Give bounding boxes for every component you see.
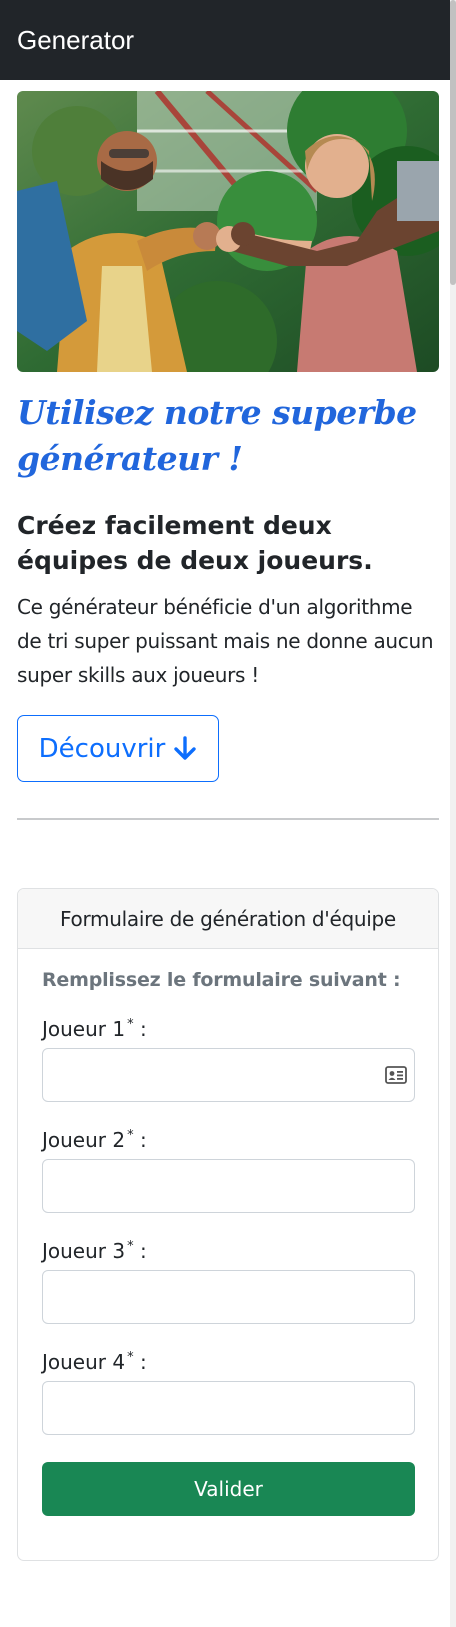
discover-button[interactable]: Découvrir [17, 715, 219, 782]
player-2-input[interactable] [42, 1159, 415, 1213]
navbar-brand[interactable]: Generator [17, 27, 134, 53]
player-2-label-text: Joueur 2 [42, 1128, 126, 1152]
navbar: Generator [0, 0, 456, 80]
contact-card-icon[interactable] [385, 1065, 407, 1085]
player-3-label-text: Joueur 3 [42, 1239, 126, 1263]
section-divider [17, 818, 439, 820]
hero-lead: Ce générateur bénéficie d'un algorithme … [17, 595, 434, 687]
page-scrollbar[interactable] [450, 0, 456, 1627]
arrow-down-icon [173, 735, 197, 762]
hero-subtitle: Créez facilement deux équipes de deux jo… [17, 511, 373, 575]
player-4-input[interactable] [42, 1381, 415, 1435]
player-2-label: Joueur 2 * : [42, 1128, 147, 1152]
player-4-label: Joueur 4 * : [42, 1350, 147, 1374]
hero-title: Utilisez notre superbe générateur ! [17, 393, 417, 478]
form-intro: Remplissez le formulaire suivant : [42, 969, 401, 991]
label-suffix: : [133, 1128, 147, 1152]
team-form-card: Formulaire de génération d'équipe Rempli… [17, 888, 439, 1561]
player-3-label: Joueur 3 * : [42, 1239, 147, 1263]
player-3-input[interactable] [42, 1270, 415, 1324]
label-suffix: : [133, 1239, 147, 1263]
label-suffix: : [133, 1017, 147, 1041]
player-1-label: Joueur 1 * : [42, 1017, 147, 1041]
card-header: Formulaire de génération d'équipe [18, 889, 438, 949]
submit-button[interactable]: Valider [42, 1462, 415, 1516]
player-4-label-text: Joueur 4 [42, 1350, 126, 1374]
player-1-label-text: Joueur 1 [42, 1017, 126, 1041]
scrollbar-thumb[interactable] [450, 0, 456, 285]
discover-button-label: Découvrir [38, 733, 166, 764]
player-1-input[interactable] [42, 1048, 415, 1102]
label-suffix: : [133, 1350, 147, 1374]
hero-image [17, 91, 439, 372]
